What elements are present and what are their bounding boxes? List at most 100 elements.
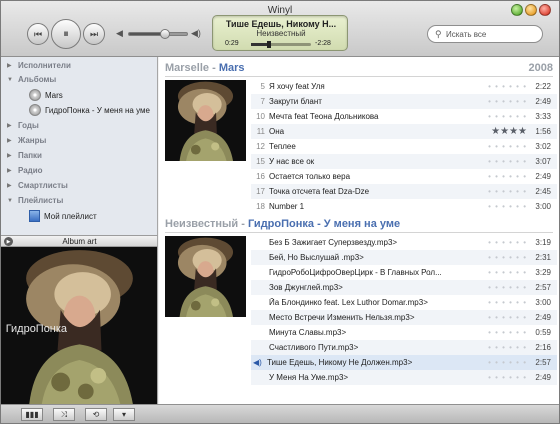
track-row[interactable]: Минута Славы.mp3> • • • • • • 0:59 — [251, 325, 557, 340]
volume-slider[interactable] — [128, 29, 188, 39]
track-title: У Меня На Уме.mp3> — [269, 373, 349, 382]
rating-stars[interactable]: • • • • • • — [471, 313, 527, 322]
track-row[interactable]: Зов Джунглей.mp3> • • • • • • 2:57 — [251, 280, 557, 295]
album-thumbnail[interactable] — [165, 236, 246, 317]
rating-stars[interactable]: • • • • • • — [471, 187, 527, 196]
track-title: Место Встречи Изменить Нельзя.mp3> — [269, 313, 415, 322]
search-input[interactable] — [446, 28, 538, 41]
track-title: Бей, Но Выслушай .mp3> — [269, 253, 364, 262]
track-row[interactable]: ГидроРобоЦифроОверЦирк - В Главных Рол..… — [251, 265, 557, 280]
album-art-image: ГидроПонка — [1, 247, 158, 404]
close-button[interactable] — [539, 4, 551, 16]
rating-stars[interactable]: • • • • • • — [471, 238, 527, 247]
rating-stars[interactable]: • • • • • • — [471, 82, 527, 91]
previous-track-button[interactable]: ⏮ — [27, 23, 49, 45]
toolbar: Winyl ⏮ ⏸ ⏭ ◀ ◀) Тише Едешь, Никому Н...… — [1, 1, 559, 57]
collapsed-arrow-icon: ▶ — [7, 183, 12, 189]
sidebar-item-smartlists[interactable]: ▶ Смартлисты — [1, 178, 157, 193]
collapsed-arrow-icon: ▶ — [7, 153, 12, 159]
album-group-header[interactable]: Неизвестный - ГидроПонка - У меня на уме — [159, 215, 559, 233]
rating-stars[interactable]: • • • • • • — [471, 283, 527, 292]
track-row[interactable]: 16 Остается только вера • • • • • • 2:49 — [251, 169, 557, 184]
track-duration: 2:22 — [535, 82, 551, 91]
sidebar-item-albums[interactable]: ▼ Альбомы — [1, 72, 157, 87]
track-row[interactable]: Без Б Зажигает Суперзвезду.mp3> • • • • •… — [251, 235, 557, 250]
rating-stars[interactable]: • • • • • • — [471, 373, 527, 382]
rating-stars[interactable]: • • • • • • — [471, 268, 527, 277]
rating-stars[interactable]: • • • • • • — [471, 142, 527, 151]
seek-bar[interactable] — [251, 41, 311, 48]
track-row[interactable]: Место Встречи Изменить Нельзя.mp3> • • • … — [251, 310, 557, 325]
search-box[interactable]: ⚲ — [427, 25, 543, 43]
volume-knob[interactable] — [160, 29, 170, 39]
sidebar-album-gidroponka[interactable]: ГидроПонка - У меня на уме — [29, 102, 150, 118]
group-artist-album: Marselle - Mars — [165, 62, 245, 74]
track-row[interactable]: 15 У нас все ок • • • • • • 3:07 — [251, 154, 557, 169]
track-title: Остается только вера — [269, 172, 351, 181]
track-row[interactable]: 11 Она ★★★★ 1:56 — [251, 124, 557, 139]
rating-stars[interactable]: • • • • • • — [471, 253, 527, 262]
track-row[interactable]: Счастливого Пути.mp3> • • • • • • 2:16 — [251, 340, 557, 355]
track-duration: 3:29 — [535, 268, 551, 277]
minimize-button[interactable] — [511, 4, 523, 16]
rating-stars[interactable]: • • • • • • — [471, 172, 527, 181]
menu-button[interactable]: ▾ — [113, 408, 135, 421]
sidebar-item-playlists[interactable]: ▼ Плейлисты — [1, 193, 157, 208]
maximize-button[interactable] — [525, 4, 537, 16]
rating-stars[interactable]: • • • • • • — [471, 112, 527, 121]
play-pause-button[interactable]: ⏸ — [51, 19, 81, 49]
track-row[interactable]: У Меня На Уме.mp3> • • • • • • 2:49 — [251, 370, 557, 385]
album-group-header[interactable]: Marselle - Mars 2008 — [159, 59, 559, 77]
track-row[interactable]: Бей, Но Выслушай .mp3> • • • • • • 2:31 — [251, 250, 557, 265]
equalizer-button[interactable]: ▮▮▮ — [21, 408, 43, 421]
volume-high-icon: ◀) — [191, 28, 201, 38]
group-album: Mars — [218, 62, 245, 74]
sidebar-item-artists[interactable]: ▶ Исполнители — [1, 58, 157, 73]
seek-knob[interactable] — [267, 41, 271, 48]
track-row[interactable]: 10 Мечта feat Теона Дольникова • • • • • •… — [251, 109, 557, 124]
rating-stars[interactable]: • • • • • • — [471, 343, 527, 352]
sidebar-item-folders[interactable]: ▶ Папки — [1, 148, 157, 163]
track-number: 11 — [256, 127, 265, 136]
sidebar-item-radio[interactable]: ▶ Радио — [1, 163, 157, 178]
album-disc-icon — [29, 104, 41, 116]
repeat-button[interactable]: ⟲ — [85, 408, 107, 421]
sidebar-item-years[interactable]: ▶ Годы — [1, 118, 157, 133]
group-artist: Marselle — [165, 62, 210, 74]
rating-stars[interactable]: • • • • • • — [471, 97, 527, 106]
rating-stars[interactable]: • • • • • • — [471, 358, 527, 367]
track-duration: 3:00 — [535, 202, 551, 211]
bottom-toolbar: ▮▮▮ ⤨ ⟲ ▾ — [1, 404, 559, 423]
track-title: Теплее — [269, 142, 296, 151]
album-disc-icon — [29, 89, 41, 101]
album-thumbnail[interactable] — [165, 80, 246, 161]
next-track-button[interactable]: ⏭ — [83, 23, 105, 45]
app-window: Winyl ⏮ ⏸ ⏭ ◀ ◀) Тише Едешь, Никому Н...… — [0, 0, 560, 424]
track-row[interactable]: 7 Закрути блант • • • • • • 2:49 — [251, 94, 557, 109]
track-row[interactable]: 18 Number 1 • • • • • • 3:00 — [251, 199, 557, 214]
rating-stars[interactable]: ★★★★ — [471, 126, 527, 137]
track-row[interactable]: 17 Точка отсчета feat Dza-Dze • • • • • • 2… — [251, 184, 557, 199]
sidebar-item-label: Смартлисты — [18, 181, 68, 190]
sidebar-item-label: Мой плейлист — [44, 211, 97, 221]
track-title: Зов Джунглей.mp3> — [269, 283, 343, 292]
rating-stars[interactable]: • • • • • • — [471, 298, 527, 307]
sidebar-item-label: Исполнители — [18, 61, 71, 70]
sidebar-item-label: ГидроПонка - У меня на уме — [45, 105, 150, 115]
track-row-playing[interactable]: ◀) Тише Едешь, Никому Не Должен.mp3> • • •… — [251, 355, 557, 370]
group-year: 2008 — [528, 62, 553, 74]
remaining-time: -2:28 — [315, 40, 331, 47]
sidebar-playlist-my[interactable]: Мой плейлист — [29, 208, 97, 224]
rating-stars[interactable]: • • • • • • — [471, 328, 527, 337]
track-duration: 3:19 — [535, 238, 551, 247]
track-row[interactable]: 12 Теплее • • • • • • 3:02 — [251, 139, 557, 154]
rating-stars[interactable]: • • • • • • — [471, 157, 527, 166]
shuffle-button[interactable]: ⤨ — [53, 408, 75, 421]
track-number: 7 — [260, 97, 265, 106]
track-row[interactable]: 5 Я хочу feat Уля • • • • • • 2:22 — [251, 79, 557, 94]
sidebar-album-mars[interactable]: Mars — [29, 87, 63, 103]
rating-stars[interactable]: • • • • • • — [471, 202, 527, 211]
collapse-panel-icon[interactable]: ▶ — [4, 237, 13, 246]
sidebar-item-genres[interactable]: ▶ Жанры — [1, 133, 157, 148]
track-row[interactable]: Йа Блондинко feat. Lex Luthor Domar.mp3>… — [251, 295, 557, 310]
